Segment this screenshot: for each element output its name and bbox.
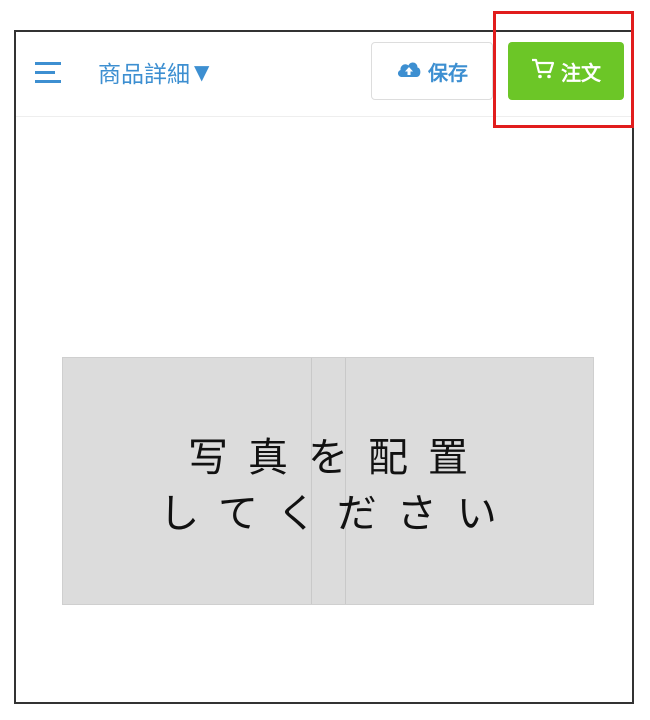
- hamburger-menu-icon[interactable]: [34, 60, 64, 86]
- top-toolbar: 商品詳細 ▼ 保存 注文: [16, 32, 632, 117]
- page-title-dropdown[interactable]: 商品詳細 ▼: [98, 54, 209, 90]
- cloud-upload-icon: [396, 59, 422, 84]
- page-title: 商品詳細: [98, 62, 190, 88]
- placeholder-line-2: してください: [159, 491, 517, 537]
- save-button-label: 保存: [428, 60, 468, 85]
- chevron-down-icon: ▼: [194, 60, 210, 84]
- cart-icon: [531, 58, 555, 85]
- save-button[interactable]: 保存: [371, 42, 493, 100]
- placeholder-line-1: 写真を配置: [188, 435, 488, 481]
- photo-drop-area[interactable]: 写真を配置 してください: [62, 357, 594, 605]
- order-button[interactable]: 注文: [508, 42, 624, 100]
- app-window: 商品詳細 ▼ 保存 注文 写真を配置 してください: [14, 30, 634, 704]
- order-button-label: 注文: [561, 60, 601, 85]
- placeholder-message: 写真を配置 してください: [63, 430, 593, 542]
